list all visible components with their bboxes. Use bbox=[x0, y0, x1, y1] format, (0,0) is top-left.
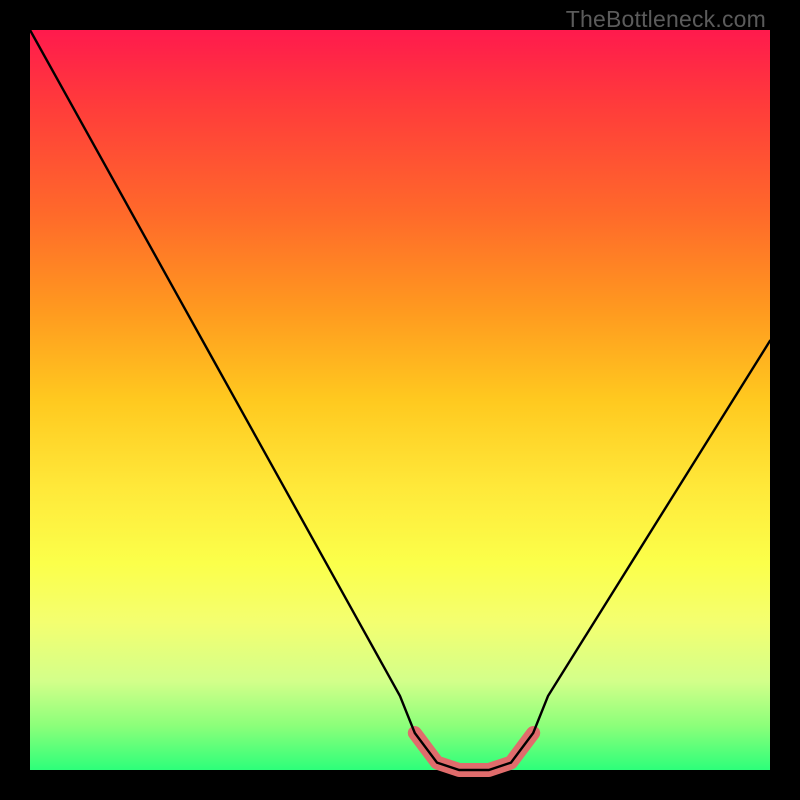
curve-overlay bbox=[30, 30, 770, 770]
highlight-band-path bbox=[415, 733, 533, 770]
chart-frame: TheBottleneck.com bbox=[0, 0, 800, 800]
bottleneck-curve-path bbox=[30, 30, 770, 770]
watermark-text: TheBottleneck.com bbox=[566, 6, 766, 33]
